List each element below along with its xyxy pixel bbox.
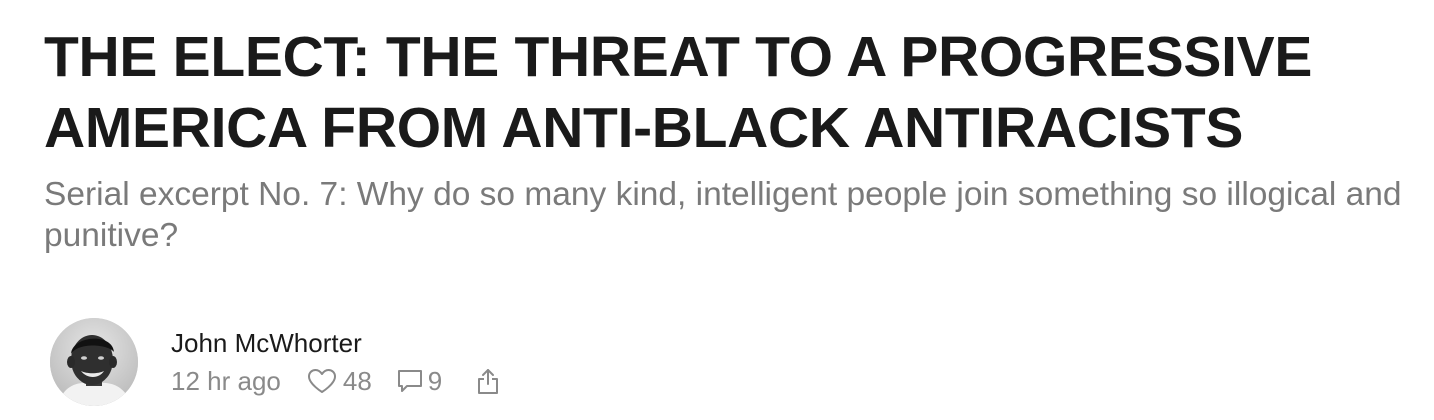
like-button[interactable]: 48	[307, 365, 372, 397]
author-avatar[interactable]	[50, 318, 138, 406]
avatar-image	[50, 318, 138, 406]
like-count: 48	[342, 366, 372, 396]
post-stats: 12 hr ago 48 9	[171, 365, 500, 397]
comment-button[interactable]: 9	[396, 365, 442, 397]
post-title[interactable]: THE ELECT: THE THREAT TO A PROGRESSIVE A…	[44, 22, 1414, 164]
post-subtitle: Serial excerpt No. 7: Why do so many kin…	[44, 176, 1402, 254]
heart-icon	[307, 369, 336, 393]
comment-count: 9	[427, 366, 443, 396]
comment-bubble-icon	[397, 370, 422, 392]
share-icon	[478, 369, 499, 394]
byline-meta: John McWhorter 12 hr ago 48 9	[171, 327, 500, 397]
author-name-link[interactable]: John McWhorter	[171, 327, 500, 359]
byline: John McWhorter 12 hr ago 48 9	[50, 316, 500, 408]
post-header: THE ELECT: THE THREAT TO A PROGRESSIVE A…	[44, 22, 1414, 256]
post-timestamp: 12 hr ago	[171, 366, 281, 396]
share-button[interactable]	[476, 367, 500, 395]
